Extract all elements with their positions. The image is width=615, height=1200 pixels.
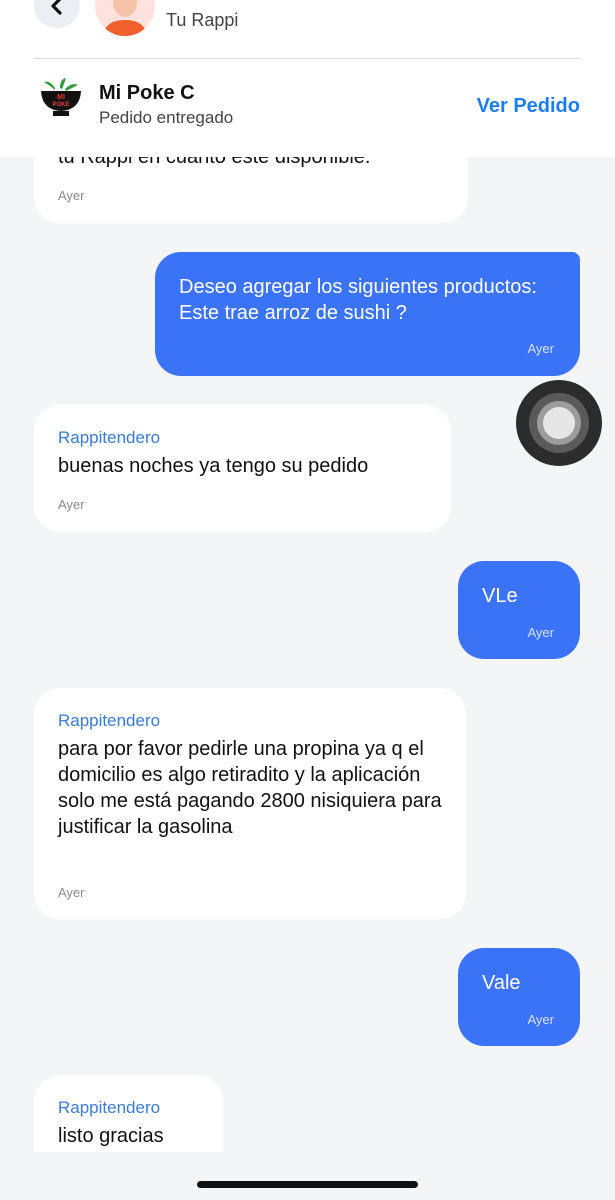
message-incoming: Rappitendero buenas noches ya tengo su p… [34, 405, 451, 532]
chevron-left-icon [51, 0, 62, 15]
message-text: Deseo agregar los siguientes productos: … [179, 276, 537, 324]
message-time: Ayer [58, 497, 85, 512]
view-order-link[interactable]: Ver Pedido [477, 95, 580, 118]
order-status: Pedido entregado [99, 108, 234, 127]
message-text: listo gracias [58, 1125, 164, 1147]
avatar-illustration [95, 0, 155, 36]
message-incoming: Rappitendero para por favor pedirle una … [34, 688, 466, 919]
assistive-touch-button[interactable] [516, 380, 602, 466]
back-button[interactable] [34, 0, 80, 28]
store-name: Mi Poke C [99, 82, 195, 104]
message-time: Ayer [527, 625, 555, 640]
message-outgoing: Vale Ayer [458, 948, 580, 1046]
svg-text:POKE: POKE [52, 102, 69, 108]
message-sender: Rappitendero [58, 711, 161, 730]
header-divider [34, 58, 580, 59]
chat-header: Tu Rappi MI POKE Mi Poke C Pedido entreg… [0, 0, 615, 157]
home-indicator[interactable] [197, 1181, 418, 1188]
store-logo: MI POKE [38, 78, 84, 120]
message-text: VLe [482, 585, 518, 607]
message-time: Ayer [527, 341, 555, 356]
message-time: Ayer [58, 885, 85, 900]
avatar [95, 0, 155, 36]
message-time: Ayer [58, 188, 85, 203]
message-text: buenas noches ya tengo su pedido [58, 455, 369, 477]
message-text: Vale [482, 972, 521, 994]
message-text: para por favor pedirle una propina ya q … [58, 738, 442, 838]
message-sender: Rappitendero [58, 1098, 161, 1117]
message-time: Ayer [527, 1012, 555, 1027]
message-sender: Rappitendero [58, 428, 161, 447]
message-outgoing: Deseo agregar los siguientes productos: … [155, 252, 580, 376]
bottom-area [0, 1152, 615, 1200]
page-title: Tu Rappi [166, 10, 239, 30]
svg-text:MI: MI [57, 94, 65, 101]
message-outgoing: VLe Ayer [458, 561, 580, 659]
